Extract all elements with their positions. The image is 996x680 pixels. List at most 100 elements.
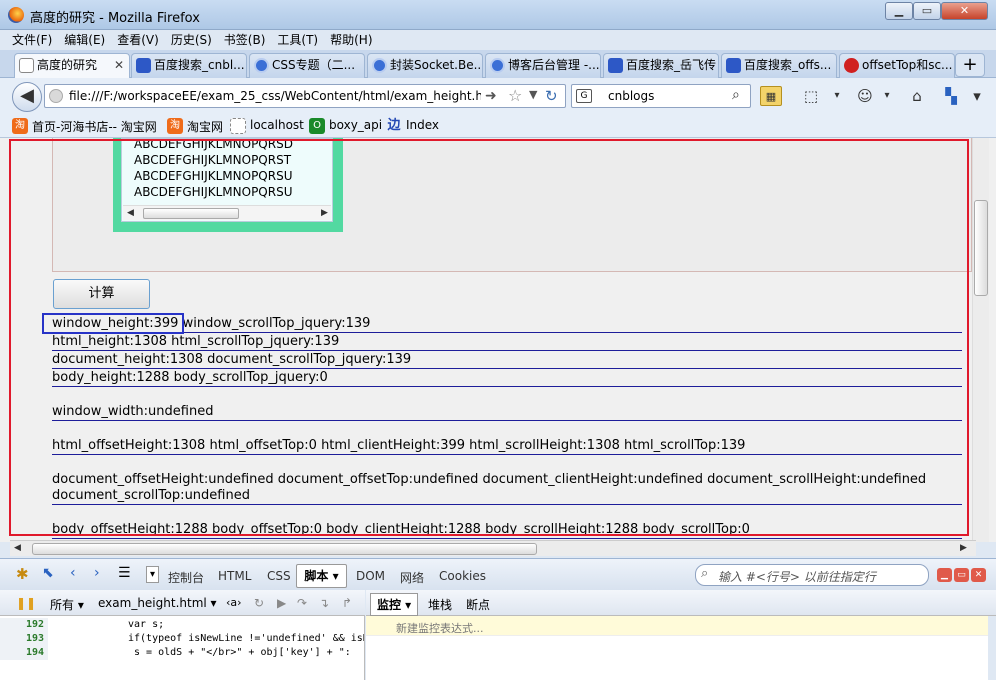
rerun-icon[interactable]: ↻ (254, 596, 264, 610)
baidu-paw-icon (726, 58, 741, 73)
bookmark-boxy-api[interactable]: O boxy_api (309, 118, 382, 134)
tab-socket[interactable]: 封装Socket.Be... (367, 53, 483, 78)
continue-icon[interactable]: ▶ (277, 596, 286, 610)
screenshot-tool-icon[interactable]: ⬚ (800, 86, 822, 106)
result-document-scrolltop: document_scrollTop:undefined (52, 487, 962, 505)
bookmark-index[interactable]: 边 Index (386, 118, 439, 133)
firebug-detach-icon[interactable]: ▭ (954, 568, 969, 582)
maximize-button[interactable]: ▭ (913, 2, 941, 20)
menu-edit[interactable]: 编辑(E) (58, 30, 111, 50)
inspect-pointer-icon[interactable]: ⬉ (42, 565, 54, 581)
menu-history[interactable]: 历史(S) (165, 30, 218, 50)
addon-puzzle-icon[interactable]: ▚ (940, 86, 962, 106)
scroll-right-arrow-icon[interactable]: ▶ (960, 543, 967, 553)
site-identity-icon[interactable] (49, 89, 63, 103)
bookmark-star-icon[interactable]: ☆ (508, 86, 522, 105)
forward-chevron-icon[interactable]: › (94, 565, 100, 581)
tab-exam-height[interactable]: 高度的研究 ✕ (14, 53, 130, 79)
vertical-scrollbar-thumb[interactable] (974, 200, 988, 296)
bookmark-localhost[interactable]: localhost (230, 118, 304, 134)
url-bar[interactable]: file:///F:/workspaceEE/exam_25_css/WebCo… (44, 84, 566, 108)
firebug-tab-script[interactable]: 脚本 ▾ (296, 564, 347, 588)
smiley-addon-icon[interactable]: ☺ (854, 86, 876, 106)
search-bar[interactable]: G cnblogs ⌕ (571, 84, 751, 108)
new-tab-button[interactable]: + (955, 53, 985, 77)
code-line[interactable]: 194 s = oldS + "</br>" + obj['key'] + ": (0, 646, 364, 660)
home-icon[interactable]: ⌂ (906, 86, 928, 106)
tab-offsettop[interactable]: offsetTop和sc... (839, 53, 955, 78)
url-input[interactable]: file:///F:/workspaceEE/exam_25_css/WebCo… (69, 89, 481, 103)
line-number[interactable]: 192 (0, 618, 48, 632)
url-dropdown-icon[interactable]: ▼ (529, 88, 537, 101)
new-watch-expression[interactable]: 新建监控表达式... (366, 616, 988, 636)
menu-bookmarks[interactable]: 书签(B) (218, 30, 272, 50)
search-icon[interactable]: ⌕ (732, 87, 740, 103)
tab-close-icon[interactable]: ✕ (114, 54, 124, 77)
side-tab-watch[interactable]: 监控 ▾ (370, 593, 419, 616)
cnblogs-icon (372, 58, 387, 73)
tab-baidu-offset[interactable]: 百度搜索_offs... (721, 53, 837, 78)
search-input[interactable]: cnblogs (608, 89, 654, 103)
side-tab-stack[interactable]: 堆栈 (428, 596, 452, 613)
tab-bar: 高度的研究 ✕ 百度搜索_cnbl... CSS专题（二... 封装Socket… (0, 50, 996, 79)
firebug-tab-console[interactable]: 控制台 (168, 569, 204, 586)
search-engine-icon[interactable]: G (576, 89, 592, 103)
bookmark-hehai-bookstore[interactable]: 淘 首页-河海书店-- 淘宝网 (12, 118, 157, 135)
tab-baidu-cnblogs[interactable]: 百度搜索_cnbl... (131, 53, 247, 78)
tab-css-topic[interactable]: CSS专题（二... (249, 53, 365, 78)
tab-blog-admin[interactable]: 博客后台管理 -... (485, 53, 601, 78)
scrollbar-thumb[interactable] (143, 208, 239, 219)
firebug-tab-dom[interactable]: DOM (356, 569, 385, 583)
step-out-icon[interactable]: ↱ (342, 596, 352, 610)
menu-view[interactable]: 查看(V) (111, 30, 165, 50)
text-box-horizontal-scrollbar[interactable]: ◀ ▶ (123, 205, 331, 220)
side-tab-breakpoints[interactable]: 断点 (466, 596, 490, 613)
line-number[interactable]: 194 (0, 646, 48, 660)
scrollable-text-box[interactable]: ABCDEFGHIJKLMNOPQRSD ABCDEFGHIJKLMNOPQRS… (121, 138, 333, 222)
breakpoint-toggle-icon[interactable]: ‹a› (226, 596, 242, 609)
script-source-panel[interactable]: 192 var s; 193 if(typeof isNewLine !='unde… (0, 616, 365, 680)
minimize-button[interactable]: ▁ (885, 2, 913, 20)
firebug-script-toolbar: ❚❚ 所有 ▾ exam_height.html ▾ ‹a› ↻ ▶ ↷ ↴ ↱ (0, 590, 365, 616)
back-button[interactable]: ◀ (12, 82, 42, 112)
smiley-dropdown-icon[interactable]: ▾ (876, 86, 898, 106)
screenshot-dropdown-icon[interactable]: ▾ (826, 86, 848, 106)
close-window-button[interactable]: ✕ (941, 2, 988, 20)
back-chevron-icon[interactable]: ‹ (70, 565, 76, 581)
page-vertical-scrollbar[interactable] (972, 138, 989, 542)
menu-overflow-icon[interactable]: ▾ (966, 86, 988, 106)
menu-tools[interactable]: 工具(T) (271, 30, 324, 50)
page-horizontal-scrollbar[interactable]: ◀ ▶ (10, 540, 976, 556)
page-icon (19, 58, 34, 73)
panel-dropdown-icon[interactable]: ▾ (146, 566, 160, 583)
pause-icon[interactable]: ❚❚ (16, 596, 36, 610)
scroll-left-arrow-icon[interactable]: ◀ (127, 208, 134, 218)
script-filter-all[interactable]: 所有 ▾ (50, 596, 84, 613)
go-arrow-icon[interactable]: ➜ (485, 88, 497, 104)
firebug-tab-net[interactable]: 网络 (400, 569, 424, 586)
scroll-right-arrow-icon[interactable]: ▶ (321, 208, 328, 218)
menu-help[interactable]: 帮助(H) (324, 30, 378, 50)
menu-file[interactable]: 文件(F) (6, 30, 58, 50)
firebug-tab-css[interactable]: CSS (267, 569, 291, 583)
script-file-selector[interactable]: exam_height.html ▾ (98, 596, 217, 610)
list-menu-icon[interactable]: ☰ (118, 565, 131, 581)
firebug-search-field[interactable]: ⌕ 输入 #<行号> 以前往指定行 (695, 564, 929, 586)
firebug-bug-icon[interactable]: ✱ (16, 565, 29, 583)
code-line[interactable]: 193 if(typeof isNewLine !='undefined' && … (0, 632, 364, 646)
code-line[interactable]: 192 var s; (0, 618, 364, 632)
calculate-button[interactable]: 计算 (53, 279, 150, 309)
firebug-close-icon[interactable]: ✕ (971, 568, 986, 582)
bookmark-taobao[interactable]: 淘 淘宝网 (167, 118, 223, 135)
firebug-tab-cookies[interactable]: Cookies (439, 569, 486, 583)
firebug-minimize-icon[interactable]: ▁ (937, 568, 952, 582)
scroll-left-arrow-icon[interactable]: ◀ (14, 543, 21, 553)
step-over-icon[interactable]: ↷ (297, 596, 307, 610)
step-into-icon[interactable]: ↴ (319, 596, 329, 610)
horizontal-scrollbar-thumb[interactable] (32, 543, 537, 555)
firebug-tab-html[interactable]: HTML (218, 569, 251, 583)
tab-baidu-yuefei[interactable]: 百度搜索_岳飞传 (603, 53, 719, 78)
toolbar-addon-icon[interactable]: ▦ (760, 86, 782, 106)
line-number[interactable]: 193 (0, 632, 48, 646)
reload-icon[interactable]: ↻ (545, 87, 558, 105)
